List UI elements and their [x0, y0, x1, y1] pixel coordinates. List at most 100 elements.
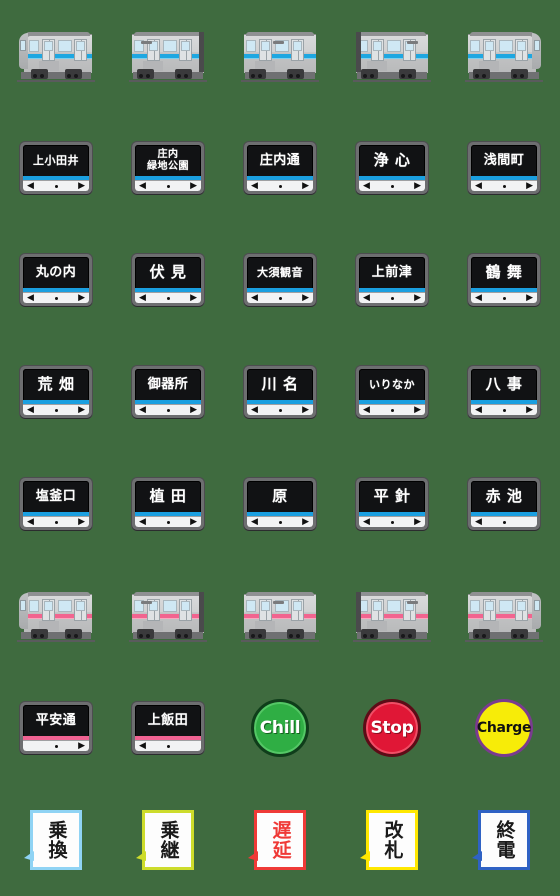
station-sign-arahata[interactable]: 荒 畑 ◀ ▶: [20, 366, 92, 418]
station-sign-heian-dori[interactable]: 平安通 ◀▶: [20, 702, 92, 754]
station-dot-icon: [390, 296, 394, 300]
station-sign-kamiotai[interactable]: 上小田井 ◀ ▶: [20, 142, 92, 194]
station-sign-tsurumai[interactable]: 鶴 舞 ◀ ▶: [468, 254, 540, 306]
car-door: [179, 39, 192, 61]
note-label: 乗継: [157, 820, 180, 860]
grid-cell-r3-c2: 伏 見 ◀ ▶: [112, 224, 224, 336]
station-dot-icon: [54, 296, 58, 300]
station-sign-ueda[interactable]: 植 田 ◀ ▶: [132, 478, 204, 530]
sign-panel: 川 名 ◀ ▶: [247, 369, 313, 415]
note-label: 改札: [381, 820, 404, 860]
grid-cell-r1-c4: [336, 0, 448, 112]
station-dot-icon: [54, 744, 58, 748]
right-arrow-icon: ▶: [302, 292, 309, 303]
train-car-coupled-left[interactable]: [353, 588, 431, 644]
train-car-middle[interactable]: [241, 28, 319, 84]
grid-cell-r6-c2: [112, 560, 224, 672]
station-sign-kawana[interactable]: 川 名 ◀ ▶: [244, 366, 316, 418]
station-sign-fushimi[interactable]: 伏 見 ◀ ▶: [132, 254, 204, 306]
left-arrow-icon: ◀: [475, 516, 482, 527]
left-arrow-icon: ◀: [475, 404, 482, 415]
station-name: 塩釜口: [35, 488, 77, 504]
charge-badge[interactable]: Charge: [475, 699, 533, 757]
car-door: [179, 599, 192, 621]
station-sign-akaike[interactable]: 赤 池 ◀▶: [468, 478, 540, 530]
train-car-coupled-right[interactable]: [129, 588, 207, 644]
right-arrow-icon: ▶: [526, 292, 533, 303]
train-car-middle[interactable]: [241, 588, 319, 644]
note-shuden[interactable]: 終電: [472, 810, 530, 870]
stop-badge[interactable]: Stop: [363, 699, 421, 757]
train-car-coupled-right[interactable]: [129, 28, 207, 84]
car-roof: [246, 592, 314, 596]
right-arrow-icon: ▶: [526, 404, 533, 415]
train-car-coupled-left[interactable]: [353, 28, 431, 84]
station-sign-kamiiida[interactable]: 上飯田 ◀▶: [132, 702, 204, 754]
station-sign-yagoto[interactable]: 八 事 ◀ ▶: [468, 366, 540, 418]
car-door: [259, 599, 272, 621]
station-name: 上小田井: [33, 153, 79, 167]
left-arrow-icon: ◀: [27, 180, 34, 191]
car-bogie: [361, 69, 378, 79]
left-arrow-icon: ◀: [251, 180, 258, 191]
station-sign-shonai-dori[interactable]: 庄内通 ◀ ▶: [244, 142, 316, 194]
train-car-cab-right[interactable]: [465, 588, 543, 644]
station-sign-shonai-ryokuchi-koen[interactable]: 庄内 緑地公園 ◀ ▶: [132, 142, 204, 194]
direction-bar: ◀▶: [359, 404, 425, 415]
car-door: [74, 39, 87, 61]
grid-cell-r3-c5: 鶴 舞 ◀ ▶: [448, 224, 560, 336]
car-bogie: [137, 69, 154, 79]
car-coupler: [199, 32, 204, 72]
direction-bar: ◀▶: [23, 180, 89, 191]
note-label: 終電: [493, 820, 516, 860]
car-window: [29, 40, 39, 52]
train-car-cab-left[interactable]: [17, 588, 95, 644]
car-door: [74, 599, 87, 621]
grid-cell-r6-c1: [0, 560, 112, 672]
note-noritsugi[interactable]: 乗継: [136, 810, 194, 870]
car-cab-face: [532, 33, 541, 69]
station-dot-icon: [390, 520, 394, 524]
station-name: 丸の内: [35, 264, 77, 280]
station-sign-joshin[interactable]: 浄 心 ◀ ▶: [356, 142, 428, 194]
station-sign-osu-kannon[interactable]: 大須観音 ◀ ▶: [244, 254, 316, 306]
car-cab-window: [534, 600, 540, 611]
train-car-cab-right[interactable]: [465, 28, 543, 84]
station-sign-sengencho[interactable]: 浅間町 ◀ ▶: [468, 142, 540, 194]
car-stripe: [244, 614, 316, 619]
right-arrow-icon: ▶: [190, 292, 197, 303]
car-window: [470, 40, 480, 52]
sign-panel: 庄内 緑地公園 ◀ ▶: [135, 145, 201, 191]
station-sign-gokiso[interactable]: 御器所 ◀ ▶: [132, 366, 204, 418]
right-arrow-icon: ▶: [78, 740, 85, 751]
rail: [353, 640, 431, 642]
station-sign-marunouchi[interactable]: 丸の内 ◀ ▶: [20, 254, 92, 306]
chill-badge[interactable]: Chill: [251, 699, 309, 757]
right-arrow-icon: ▶: [78, 516, 85, 527]
station-sign-shiogamaguchi[interactable]: 塩釜口 ◀ ▶: [20, 478, 92, 530]
note-chien[interactable]: 遅延: [248, 810, 306, 870]
car-bogie: [31, 629, 48, 639]
grid-cell-r6-c5: [448, 560, 560, 672]
station-sign-hara[interactable]: 原 ◀ ▶: [244, 478, 316, 530]
car-coupler: [199, 592, 204, 632]
sign-panel: 八 事 ◀ ▶: [471, 369, 537, 415]
station-sign-irinaka[interactable]: いりなか ◀ ▶: [356, 366, 428, 418]
note-label: 乗換: [45, 820, 68, 860]
station-sign-hirabari[interactable]: 平 針 ◀ ▶: [356, 478, 428, 530]
car-door: [483, 599, 496, 621]
grid-cell-r7-c5: Charge: [448, 672, 560, 784]
sign-panel: 植 田 ◀ ▶: [135, 481, 201, 527]
train-car-cab-left[interactable]: [17, 28, 95, 84]
station-name: 八 事: [485, 374, 523, 393]
note-kaisatsu[interactable]: 改札: [360, 810, 418, 870]
station-sign-kamimaezu[interactable]: 上前津 ◀ ▶: [356, 254, 428, 306]
station-name: 川 名: [261, 374, 299, 393]
left-arrow-icon: ◀: [27, 404, 34, 415]
station-dot-icon: [278, 184, 282, 188]
car-window: [246, 600, 256, 612]
note-norikae[interactable]: 乗換: [24, 810, 82, 870]
car-cab-face: [532, 593, 541, 629]
station-dot-icon: [54, 408, 58, 412]
sign-panel: 大須観音 ◀ ▶: [247, 257, 313, 303]
